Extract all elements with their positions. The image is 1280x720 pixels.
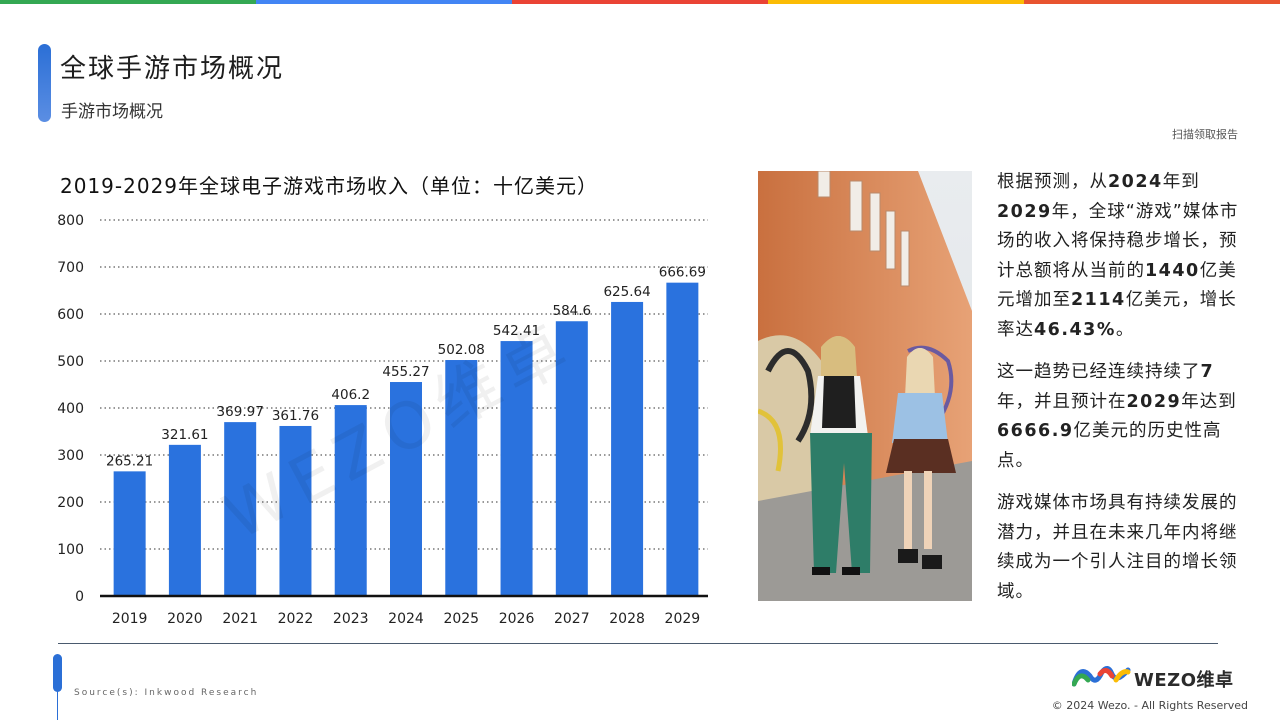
y-tick-label: 800 xyxy=(57,213,84,229)
top-bar-segment-1 xyxy=(0,0,256,4)
data-label-2020: 321.61 xyxy=(161,427,208,443)
y-tick-label: 600 xyxy=(57,307,84,323)
y-tick-label: 400 xyxy=(57,401,84,417)
data-label-2023: 406.2 xyxy=(331,387,370,403)
data-label-2028: 625.64 xyxy=(603,284,650,300)
source-note: Source(s): Inkwood Research xyxy=(74,688,259,698)
p1-segment-9: 46.43% xyxy=(1034,319,1116,340)
top-bar-segment-5 xyxy=(1024,0,1280,4)
p1-segment-2: 年到 xyxy=(1162,172,1200,192)
x-tick-label-2029: 2029 xyxy=(665,611,701,627)
description-paragraph-2: 这一趋势已经连续持续了7年，并且预计在2029年达到6666.9亿美元的历史性高… xyxy=(997,358,1249,476)
top-bar-segment-2 xyxy=(256,0,512,4)
y-tick-label: 700 xyxy=(57,260,84,276)
description-paragraph-1: 根据预测，从2024年到2029年，全球“游戏”媒体市场的收入将保持稳步增长，预… xyxy=(997,168,1249,345)
p2-segment-4: 年达到 xyxy=(1181,391,1237,412)
data-label-2022: 361.76 xyxy=(272,408,319,424)
x-tick-label-2026: 2026 xyxy=(499,611,535,627)
x-tick-label-2021: 2021 xyxy=(222,611,258,627)
y-tick-label: 0 xyxy=(75,589,84,605)
p1-segment-1: 2024 xyxy=(1108,172,1163,192)
bar-2028 xyxy=(611,301,644,596)
p2-segment-0: 这一趋势已经连续持续了 xyxy=(997,362,1201,382)
description-text: 根据预测，从2024年到2029年，全球“游戏”媒体市场的收入将保持稳步增长，预… xyxy=(997,168,1249,620)
data-label-2029: 666.69 xyxy=(659,265,706,281)
y-tick-label: 300 xyxy=(57,448,84,464)
footer-accent-line xyxy=(57,690,58,720)
p2-segment-1: 7 xyxy=(1200,362,1215,382)
x-tick-label-2023: 2023 xyxy=(333,611,369,627)
photo-two-girls-with-phones xyxy=(758,171,972,601)
p2-segment-5: 6666.9 xyxy=(997,421,1074,441)
p1-segment-10: 。 xyxy=(1115,319,1135,340)
p1-segment-5: 1440 xyxy=(1145,260,1200,281)
page-title: 全球手游市场概况 xyxy=(60,54,285,84)
p1-segment-7: 2114 xyxy=(1071,290,1126,310)
p2-segment-2: 年，并且预计在 xyxy=(997,391,1127,412)
title-accent-bar xyxy=(38,44,51,122)
y-tick-label: 100 xyxy=(57,542,84,558)
x-tick-label-2022: 2022 xyxy=(278,611,314,627)
chart-title: 2019-2029年全球电子游戏市场收入（单位：十亿美元） xyxy=(60,174,599,198)
footer-divider xyxy=(58,643,1218,644)
x-tick-label-2019: 2019 xyxy=(112,611,148,627)
x-tick-label-2020: 2020 xyxy=(167,611,203,627)
bar-2029 xyxy=(666,282,699,596)
bar-chart: 0 100 200 300 400 500 600 700 800 265.21 2019 321.6… xyxy=(57,213,708,627)
bar-2019 xyxy=(113,471,146,596)
x-tick-label-2027: 2027 xyxy=(554,611,590,627)
page-subtitle: 手游市场概况 xyxy=(61,102,163,122)
x-tick-label-2028: 2028 xyxy=(609,611,645,627)
p3-segment-0: 游戏媒体市场具有持续发展的潜力，并且在未来几年内将继续成为一个引人注目的增长领域… xyxy=(997,493,1238,602)
logo-wordmark: WEZO维卓 xyxy=(1134,670,1234,691)
data-label-2021: 369.97 xyxy=(217,404,264,420)
y-tick-label: 500 xyxy=(57,354,84,370)
y-tick-label: 200 xyxy=(57,495,84,511)
copyright: © 2024 Wezo. - All Rights Reserved xyxy=(1051,699,1248,712)
p2-segment-3: 2029 xyxy=(1126,391,1182,412)
p1-segment-3: 2029 xyxy=(997,201,1052,222)
footer-accent-bar xyxy=(53,654,62,692)
top-color-bar xyxy=(0,0,1280,4)
x-tick-label-2024: 2024 xyxy=(388,611,424,627)
data-label-2027: 584.6 xyxy=(552,303,591,319)
description-paragraph-3: 游戏媒体市场具有持续发展的潜力，并且在未来几年内将继续成为一个引人注目的增长领域… xyxy=(997,489,1249,607)
p1-segment-0: 根据预测，从 xyxy=(997,172,1108,192)
bar-2020 xyxy=(168,444,201,596)
scan-report-link[interactable]: 扫描领取报告 xyxy=(1172,126,1238,142)
top-bar-segment-3 xyxy=(512,0,768,4)
x-tick-label-2025: 2025 xyxy=(443,611,479,627)
data-label-2019: 265.21 xyxy=(106,453,153,469)
top-bar-segment-4 xyxy=(768,0,1024,4)
